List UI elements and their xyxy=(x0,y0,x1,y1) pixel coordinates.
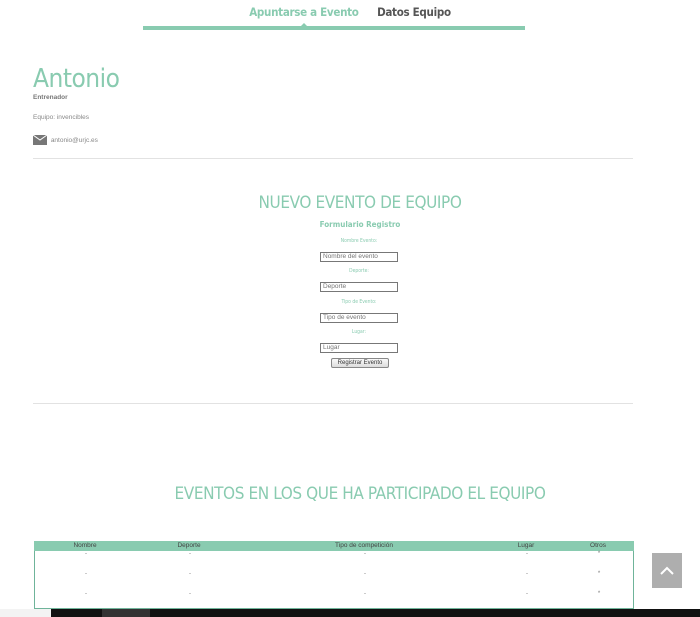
lugar-input[interactable] xyxy=(320,342,398,353)
table-cell: * xyxy=(597,551,601,557)
table-header: Nombre Deporte Tipo de competición Lugar… xyxy=(34,541,634,551)
table-cell: - xyxy=(364,591,366,597)
column-header: Otros xyxy=(590,542,606,549)
chevron-up-icon xyxy=(660,566,674,575)
form-subtitle: Formulario Registro xyxy=(319,220,401,229)
table-row: - - - - * xyxy=(35,551,633,561)
field-nombre-evento: Nombre Evento: xyxy=(320,238,398,263)
nav-underline xyxy=(143,26,525,30)
deporte-input[interactable] xyxy=(320,281,398,292)
tipo-evento-input[interactable] xyxy=(320,312,398,323)
column-header: Deporte xyxy=(177,542,201,549)
table-cell: - xyxy=(85,571,87,577)
field-lugar: Lugar: xyxy=(320,329,398,354)
table-cell: - xyxy=(189,591,191,597)
table-row: - - - - * xyxy=(35,591,633,601)
envelope-icon xyxy=(32,134,48,147)
table-cell: * xyxy=(597,571,601,577)
table-cell: - xyxy=(364,571,366,577)
field-tipo-evento: Tipo de Evento: xyxy=(320,299,398,324)
column-header: Tipo de competición xyxy=(335,542,393,549)
footer-segment xyxy=(0,609,51,617)
field-deporte: Deporte: xyxy=(320,268,398,293)
tab-label: Datos Equipo xyxy=(377,5,451,19)
tab-label: Apuntarse a Evento xyxy=(249,5,359,19)
form-title: NUEVO EVENTO DE EQUIPO xyxy=(258,193,462,213)
table-cell: - xyxy=(526,551,528,557)
divider xyxy=(33,158,633,159)
scroll-to-top-button[interactable] xyxy=(652,553,682,588)
events-table: Nombre Deporte Tipo de competición Lugar… xyxy=(34,541,634,609)
table-cell: - xyxy=(85,591,87,597)
column-header: Lugar xyxy=(517,542,535,549)
profile-card: Antonio Entrenador Equipo: invencibles a… xyxy=(32,62,120,145)
divider xyxy=(33,403,633,404)
table-row: - - - - * xyxy=(35,571,633,581)
profile-name: Antonio xyxy=(33,64,120,94)
tab-datos-equipo[interactable]: Datos Equipo xyxy=(377,5,451,19)
table-cell: - xyxy=(189,571,191,577)
profile-email[interactable]: antonio@urjc.es xyxy=(32,134,98,147)
table-cell: - xyxy=(364,551,366,557)
table-cell: - xyxy=(526,591,528,597)
nombre-evento-input[interactable] xyxy=(320,251,398,262)
footer-segment xyxy=(102,609,150,617)
table-cell: - xyxy=(189,551,191,557)
field-label: Tipo de Evento: xyxy=(341,299,377,305)
tab-apuntarse-evento[interactable]: Apuntarse a Evento xyxy=(249,5,359,27)
table-cell: * xyxy=(597,591,601,597)
registrar-evento-button[interactable]: Registrar Evento xyxy=(331,358,389,368)
table-cell: - xyxy=(526,571,528,577)
profile-team: Equipo: invencibles xyxy=(33,114,90,121)
email-text: antonio@urjc.es xyxy=(50,137,98,145)
top-nav: Apuntarse a Evento Datos Equipo xyxy=(0,0,700,32)
field-label: Deporte: xyxy=(349,268,369,274)
table-cell: - xyxy=(85,551,87,557)
field-label: Nombre Evento: xyxy=(340,238,378,244)
field-label: Lugar: xyxy=(351,329,367,335)
column-header: Nombre xyxy=(73,542,97,549)
events-title: EVENTOS EN LOS QUE HA PARTICIPADO EL EQU… xyxy=(174,484,546,504)
